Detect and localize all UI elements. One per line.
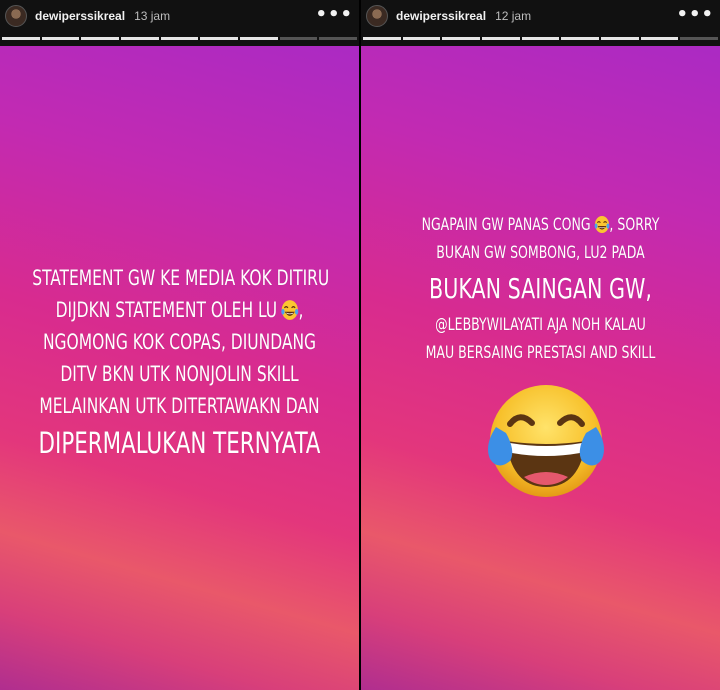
story-timestamp: 12 jam	[495, 9, 532, 23]
profile-avatar[interactable]	[5, 5, 27, 27]
caption-line: BUKAN GW SOMBONG, LU2 PADA	[436, 243, 645, 263]
story-panel-left[interactable]: dewiperssikreal 13 jam ••• STATEMENT GW …	[0, 0, 359, 690]
caption-text: NGAPAIN GW PANAS CONG	[421, 215, 591, 235]
progress-segment	[160, 37, 199, 40]
progress-segment	[81, 37, 120, 40]
progress-segment	[279, 37, 318, 40]
caption-text: DIJDKN STATEMENT OLEH LU	[55, 298, 278, 322]
progress-segment	[521, 37, 560, 40]
story-caption: NGAPAIN GW PANAS CONG , SORRY BUKAN GW SO…	[361, 211, 720, 367]
progress-segment	[2, 37, 40, 40]
tears-of-joy-sticker-icon[interactable]	[480, 381, 612, 501]
story-progress-bar	[361, 32, 720, 46]
caption-line: DITV BKN UTK NONJOLIN SKILL	[60, 362, 299, 386]
username[interactable]: dewiperssikreal	[396, 9, 486, 23]
story-timestamp: 13 jam	[134, 9, 171, 23]
progress-segment	[482, 37, 520, 40]
progress-segment	[41, 37, 80, 40]
caption-line: MAU BERSAING PRESTASI AND SKILL	[425, 343, 656, 363]
progress-segment	[200, 37, 239, 40]
story-progress-bar	[0, 32, 359, 46]
progress-segment	[240, 37, 278, 40]
more-options-icon[interactable]: •••	[315, 6, 353, 24]
story-panel-right[interactable]: dewiperssikreal 12 jam ••• NGAPAIN GW PA…	[361, 0, 720, 690]
caption-line-large: BUKAN SAINGAN GW,	[429, 272, 652, 305]
caption-line-large: DIPERMALUKAN TERNYATA	[38, 426, 321, 460]
progress-segment	[640, 37, 679, 40]
progress-segment	[121, 37, 159, 40]
story-header: dewiperssikreal 13 jam •••	[0, 0, 359, 32]
tears-of-joy-icon	[280, 300, 298, 320]
more-options-icon[interactable]: •••	[676, 6, 714, 24]
caption-line: DIJDKN STATEMENT OLEH LU,	[55, 298, 304, 322]
caption-text: , SORRY	[609, 215, 660, 235]
username[interactable]: dewiperssikreal	[35, 9, 125, 23]
story-caption: STATEMENT GW KE MEDIA KOK DITIRU DIJDKN …	[0, 262, 359, 464]
caption-line: NGOMONG KOK COPAS, DIUNDANG	[42, 330, 317, 354]
progress-segment	[680, 37, 719, 40]
progress-segment	[402, 37, 441, 40]
caption-line: MELAINKAN UTK DITERTAWAKN DAN	[39, 394, 320, 418]
progress-segment	[319, 37, 358, 40]
progress-segment	[363, 37, 401, 40]
caption-line: STATEMENT GW KE MEDIA KOK DITIRU	[32, 266, 330, 290]
tears-of-joy-icon	[594, 215, 609, 234]
caption-mention-line[interactable]: @LEBBYWILAYATI AJA NOH KALAU	[393, 311, 687, 339]
progress-segment	[601, 37, 639, 40]
story-header: dewiperssikreal 12 jam •••	[361, 0, 720, 32]
progress-segment	[442, 37, 481, 40]
caption-line: NGAPAIN GW PANAS CONG , SORRY	[393, 211, 687, 239]
progress-segment	[561, 37, 600, 40]
profile-avatar[interactable]	[366, 5, 388, 27]
